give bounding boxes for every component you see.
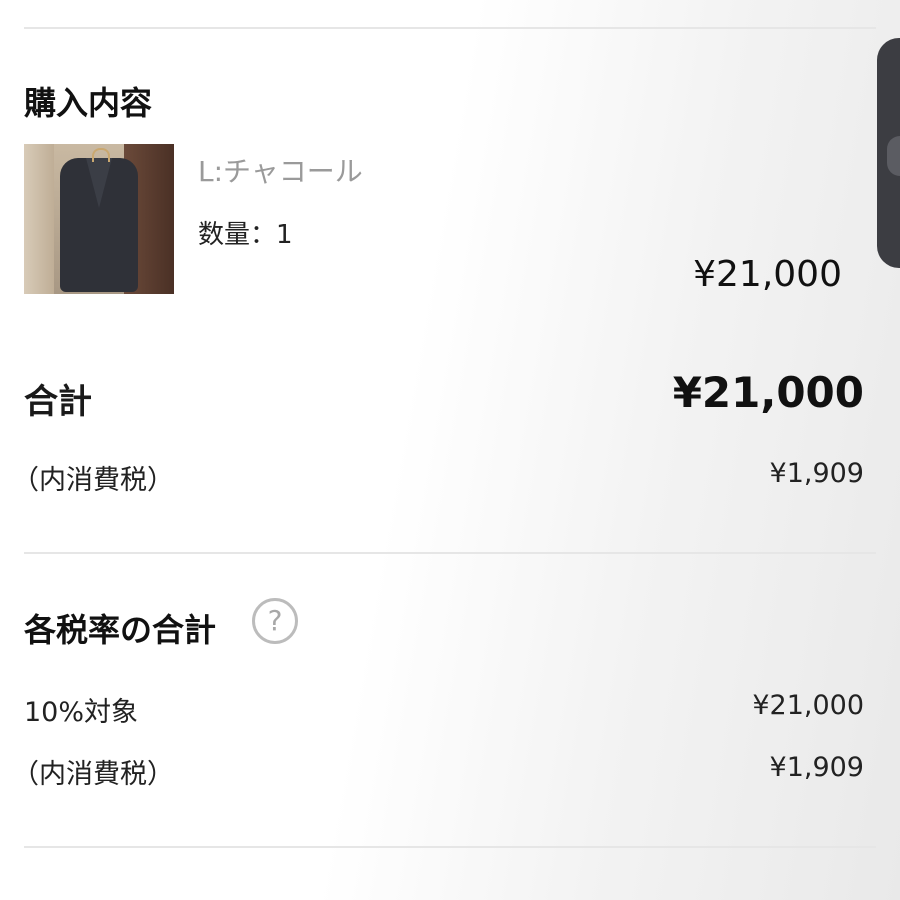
rate-value: ¥21,000	[752, 690, 864, 721]
side-overlay-panel[interactable]	[877, 38, 900, 268]
hanger-icon	[92, 148, 110, 162]
bottom-divider	[24, 846, 876, 848]
side-panel-icon	[887, 136, 900, 176]
included-tax-label: （内消費税）	[12, 465, 174, 496]
rate-tax-label: （内消費税）	[12, 759, 174, 790]
product-thumbnail[interactable]	[24, 144, 174, 294]
top-divider	[24, 27, 876, 29]
rate-label: 10%対象	[24, 697, 139, 728]
total-value: ¥21,000	[672, 368, 864, 417]
item-price: ¥21,000	[693, 254, 842, 295]
purchase-section-title: 購入内容	[24, 84, 153, 122]
help-icon[interactable]: ?	[252, 598, 298, 644]
item-quantity: 数量：1	[198, 220, 293, 250]
item-variant: L:チャコール	[198, 155, 363, 188]
included-tax-value: ¥1,909	[769, 458, 864, 489]
thumbnail-wall	[24, 144, 54, 294]
tax-rate-section-title: 各税率の合計	[24, 611, 217, 649]
total-label: 合計	[24, 382, 92, 422]
rate-tax-value: ¥1,909	[769, 752, 864, 783]
middle-divider	[24, 552, 876, 554]
